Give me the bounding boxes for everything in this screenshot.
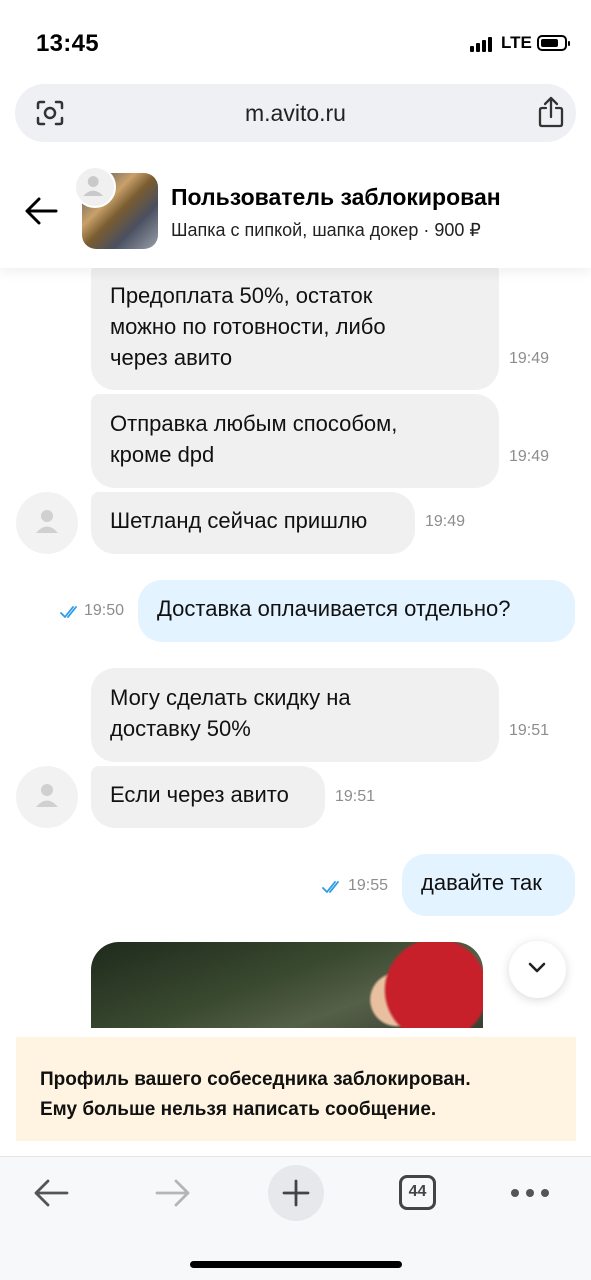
tabs-count: 44 <box>408 1183 427 1200</box>
nav-forward-icon[interactable] <box>154 1177 192 1209</box>
share-icon[interactable] <box>536 96 566 128</box>
back-arrow-icon[interactable] <box>24 196 58 226</box>
tabs-button[interactable]: 44 <box>399 1175 436 1210</box>
message-text: Отправка любым способом, кроме dpd <box>110 411 398 467</box>
chat-title: Пользователь заблокирован <box>171 184 501 210</box>
listing-subtitle[interactable]: Шапка с пипкой, шапка докер · 900 ₽ <box>171 220 481 241</box>
double-check-icon <box>60 606 77 618</box>
status-bar: 13:45 LTE <box>0 0 591 84</box>
blocked-notice: Профиль вашего собеседника заблокирован.… <box>16 1037 576 1141</box>
message-time: 19:49 <box>509 350 550 367</box>
message-text: Могу сделать скидку на доставку 50% <box>110 685 351 741</box>
battery-icon <box>537 35 570 51</box>
message-incoming[interactable]: Могу сделать скидку на доставку 50% <box>91 668 499 762</box>
message-incoming[interactable]: Отправка любым способом, кроме dpd <box>91 394 499 488</box>
url-text[interactable]: m.avito.ru <box>15 100 576 127</box>
message-text: Шетланд сейчас пришлю <box>110 508 368 533</box>
message-time: 19:49 <box>509 448 550 465</box>
message-outgoing[interactable]: Доставка оплачивается отдельно? <box>138 580 575 642</box>
double-check-icon <box>322 881 339 893</box>
message-text: Предоплата 50%, остаток можно по готовно… <box>110 283 386 370</box>
plus-icon <box>282 1179 310 1207</box>
message-time: 19:51 <box>509 722 550 739</box>
blocked-notice-line: Профиль вашего собеседника заблокирован. <box>40 1069 471 1090</box>
avatar-placeholder-icon <box>36 784 58 807</box>
signal-icon <box>470 36 492 52</box>
chevron-down-icon <box>528 962 546 973</box>
browser-toolbar: 44 <box>0 1156 591 1280</box>
home-indicator <box>190 1261 402 1268</box>
photo-message[interactable] <box>91 942 483 1028</box>
message-text: Если через авито <box>110 782 289 807</box>
new-tab-button[interactable] <box>268 1165 324 1221</box>
avatar-placeholder-icon <box>36 510 58 533</box>
message-incoming[interactable]: Если через авито <box>91 766 325 828</box>
message-text: Доставка оплачивается отдельно? <box>157 596 511 621</box>
blocked-notice-line: Ему больше нельзя написать сообщение. <box>40 1099 437 1120</box>
network-label: LTE <box>501 33 532 52</box>
message-text: давайте так <box>421 870 542 895</box>
blocked-notice-text: Профиль вашего собеседника заблокирован.… <box>40 1065 471 1125</box>
message-outgoing[interactable]: давайте так <box>402 854 575 916</box>
sender-avatar[interactable] <box>16 492 78 554</box>
message-list[interactable]: Предоплата 50%, остаток можно по готовно… <box>0 268 591 1028</box>
seller-avatar[interactable] <box>74 166 116 208</box>
message-time: 19:49 <box>425 513 466 530</box>
message-incoming[interactable]: Предоплата 50%, остаток можно по готовно… <box>91 268 499 390</box>
nav-back-icon[interactable] <box>32 1177 70 1209</box>
message-time: 19:50 <box>84 602 125 619</box>
status-time: 13:45 <box>36 30 99 57</box>
message-time: 19:51 <box>335 788 376 805</box>
chat-header: Пользователь заблокирован Шапка с пипкой… <box>0 156 591 268</box>
scroll-down-button[interactable] <box>509 941 566 998</box>
message-incoming[interactable]: Шетланд сейчас пришлю <box>91 492 415 554</box>
sender-avatar[interactable] <box>16 766 78 828</box>
avatar-placeholder-icon <box>83 176 104 197</box>
more-icon[interactable] <box>511 1189 551 1197</box>
address-bar[interactable]: m.avito.ru <box>15 84 576 142</box>
message-time: 19:55 <box>348 877 389 894</box>
